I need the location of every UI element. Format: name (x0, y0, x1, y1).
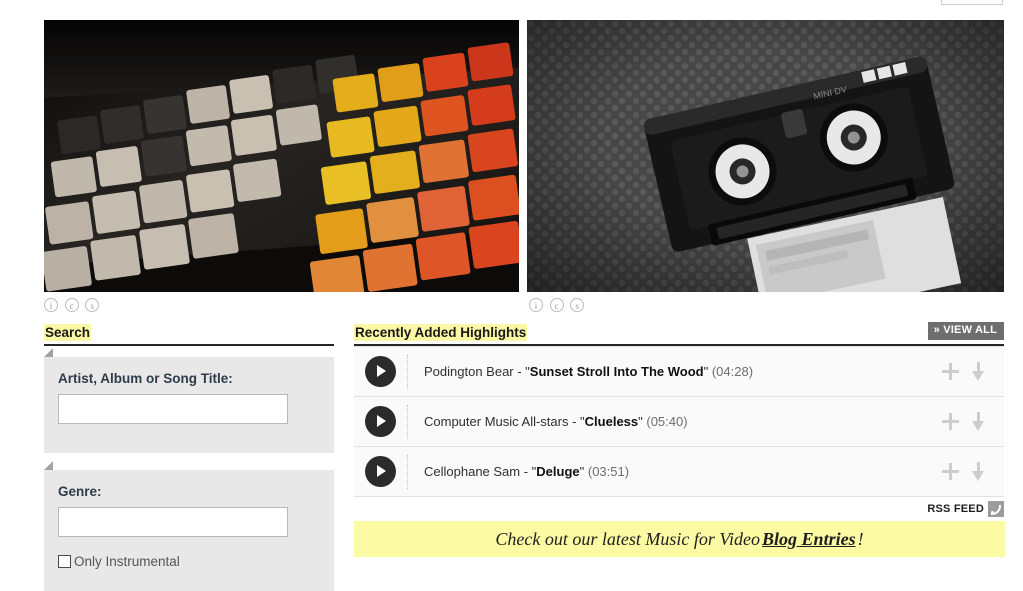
blog-banner-prefix: Check out our latest Music for Video (495, 528, 761, 549)
table-row[interactable]: Cellophane Sam - "Deluge" (03:51) (354, 447, 1004, 497)
track-title: Clueless (584, 414, 639, 429)
view-all-button[interactable]: » VIEW ALL (927, 322, 1004, 340)
artist-search-input[interactable] (58, 394, 288, 424)
only-instrumental-row[interactable]: Only Instrumental (58, 554, 334, 569)
row-divider (407, 354, 409, 389)
play-icon[interactable] (365, 456, 396, 487)
track-artist: Computer Music All-stars (424, 414, 569, 429)
sharealike-icon[interactable]: s (85, 298, 100, 312)
rss-feed-row[interactable]: RSS FEED (354, 500, 1004, 518)
recent-section-heading: Recently Added Highlights » VIEW ALL (354, 322, 1004, 346)
recently-added-track-list: Podington Bear - "Sunset Stroll Into The… (354, 346, 1004, 497)
download-icon[interactable] (969, 362, 988, 381)
track-artist: Podington Bear (424, 364, 514, 379)
only-instrumental-label: Only Instrumental (74, 554, 180, 569)
download-icon[interactable] (969, 462, 988, 481)
panel-corner-marker (44, 348, 53, 357)
license-icons-left: i c s (44, 298, 102, 314)
track-label: Computer Music All-stars - "Clueless" (0… (424, 414, 688, 429)
add-icon[interactable] (941, 362, 960, 381)
hero-image-row: MINI DV (44, 20, 1004, 292)
genre-search-panel: Genre: Only Instrumental (44, 461, 334, 591)
track-artist: Cellophane Sam (424, 464, 521, 479)
copyright-icon[interactable]: c (549, 298, 564, 312)
play-icon[interactable] (365, 406, 396, 437)
row-divider (407, 404, 409, 439)
blog-banner[interactable]: Check out our latest Music for Video Blo… (354, 521, 1005, 557)
artist-field-label: Artist, Album or Song Title: (58, 371, 233, 386)
track-duration: (05:40) (646, 414, 688, 429)
track-label: Cellophane Sam - "Deluge" (03:51) (424, 464, 630, 479)
license-icons-right: i c s (529, 298, 587, 314)
artist-search-panel: Artist, Album or Song Title: (44, 348, 334, 453)
table-row[interactable]: Computer Music All-stars - "Clueless" (0… (354, 397, 1004, 447)
genre-field-label: Genre: (58, 484, 102, 499)
add-icon[interactable] (941, 462, 960, 481)
genre-search-input[interactable] (58, 507, 288, 537)
recent-heading-label: Recently Added Highlights (354, 324, 528, 341)
download-icon[interactable] (969, 412, 988, 431)
blog-entries-link[interactable]: Blog Entries (762, 529, 856, 550)
blog-banner-suffix: ! (857, 528, 864, 549)
only-instrumental-checkbox[interactable] (58, 555, 71, 568)
row-divider (407, 454, 409, 489)
rss-icon[interactable] (988, 501, 1004, 517)
info-icon[interactable]: i (44, 298, 58, 312)
table-row[interactable]: Podington Bear - "Sunset Stroll Into The… (354, 346, 1004, 397)
info-icon[interactable]: i (529, 298, 543, 312)
track-duration: (04:28) (711, 364, 754, 379)
search-section-heading: Search (44, 324, 334, 346)
top-partial-box (941, 0, 1003, 5)
row-actions (941, 462, 988, 481)
copyright-icon[interactable]: c (64, 298, 79, 312)
panel-corner-marker (44, 461, 53, 470)
hero-image-keyboard[interactable] (44, 20, 519, 292)
track-title: Sunset Stroll Into The Wood (529, 364, 704, 379)
track-title: Deluge (536, 464, 580, 479)
rss-feed-label: RSS FEED (927, 503, 984, 515)
row-actions (941, 362, 988, 381)
play-icon[interactable] (365, 356, 396, 387)
hero-image-cassette[interactable]: MINI DV (527, 20, 1004, 292)
add-icon[interactable] (941, 412, 960, 431)
search-heading-label: Search (44, 324, 92, 341)
row-actions (941, 412, 988, 431)
sharealike-icon[interactable]: s (570, 298, 585, 312)
track-label: Podington Bear - "Sunset Stroll Into The… (424, 364, 754, 379)
track-duration: (03:51) (587, 464, 630, 479)
